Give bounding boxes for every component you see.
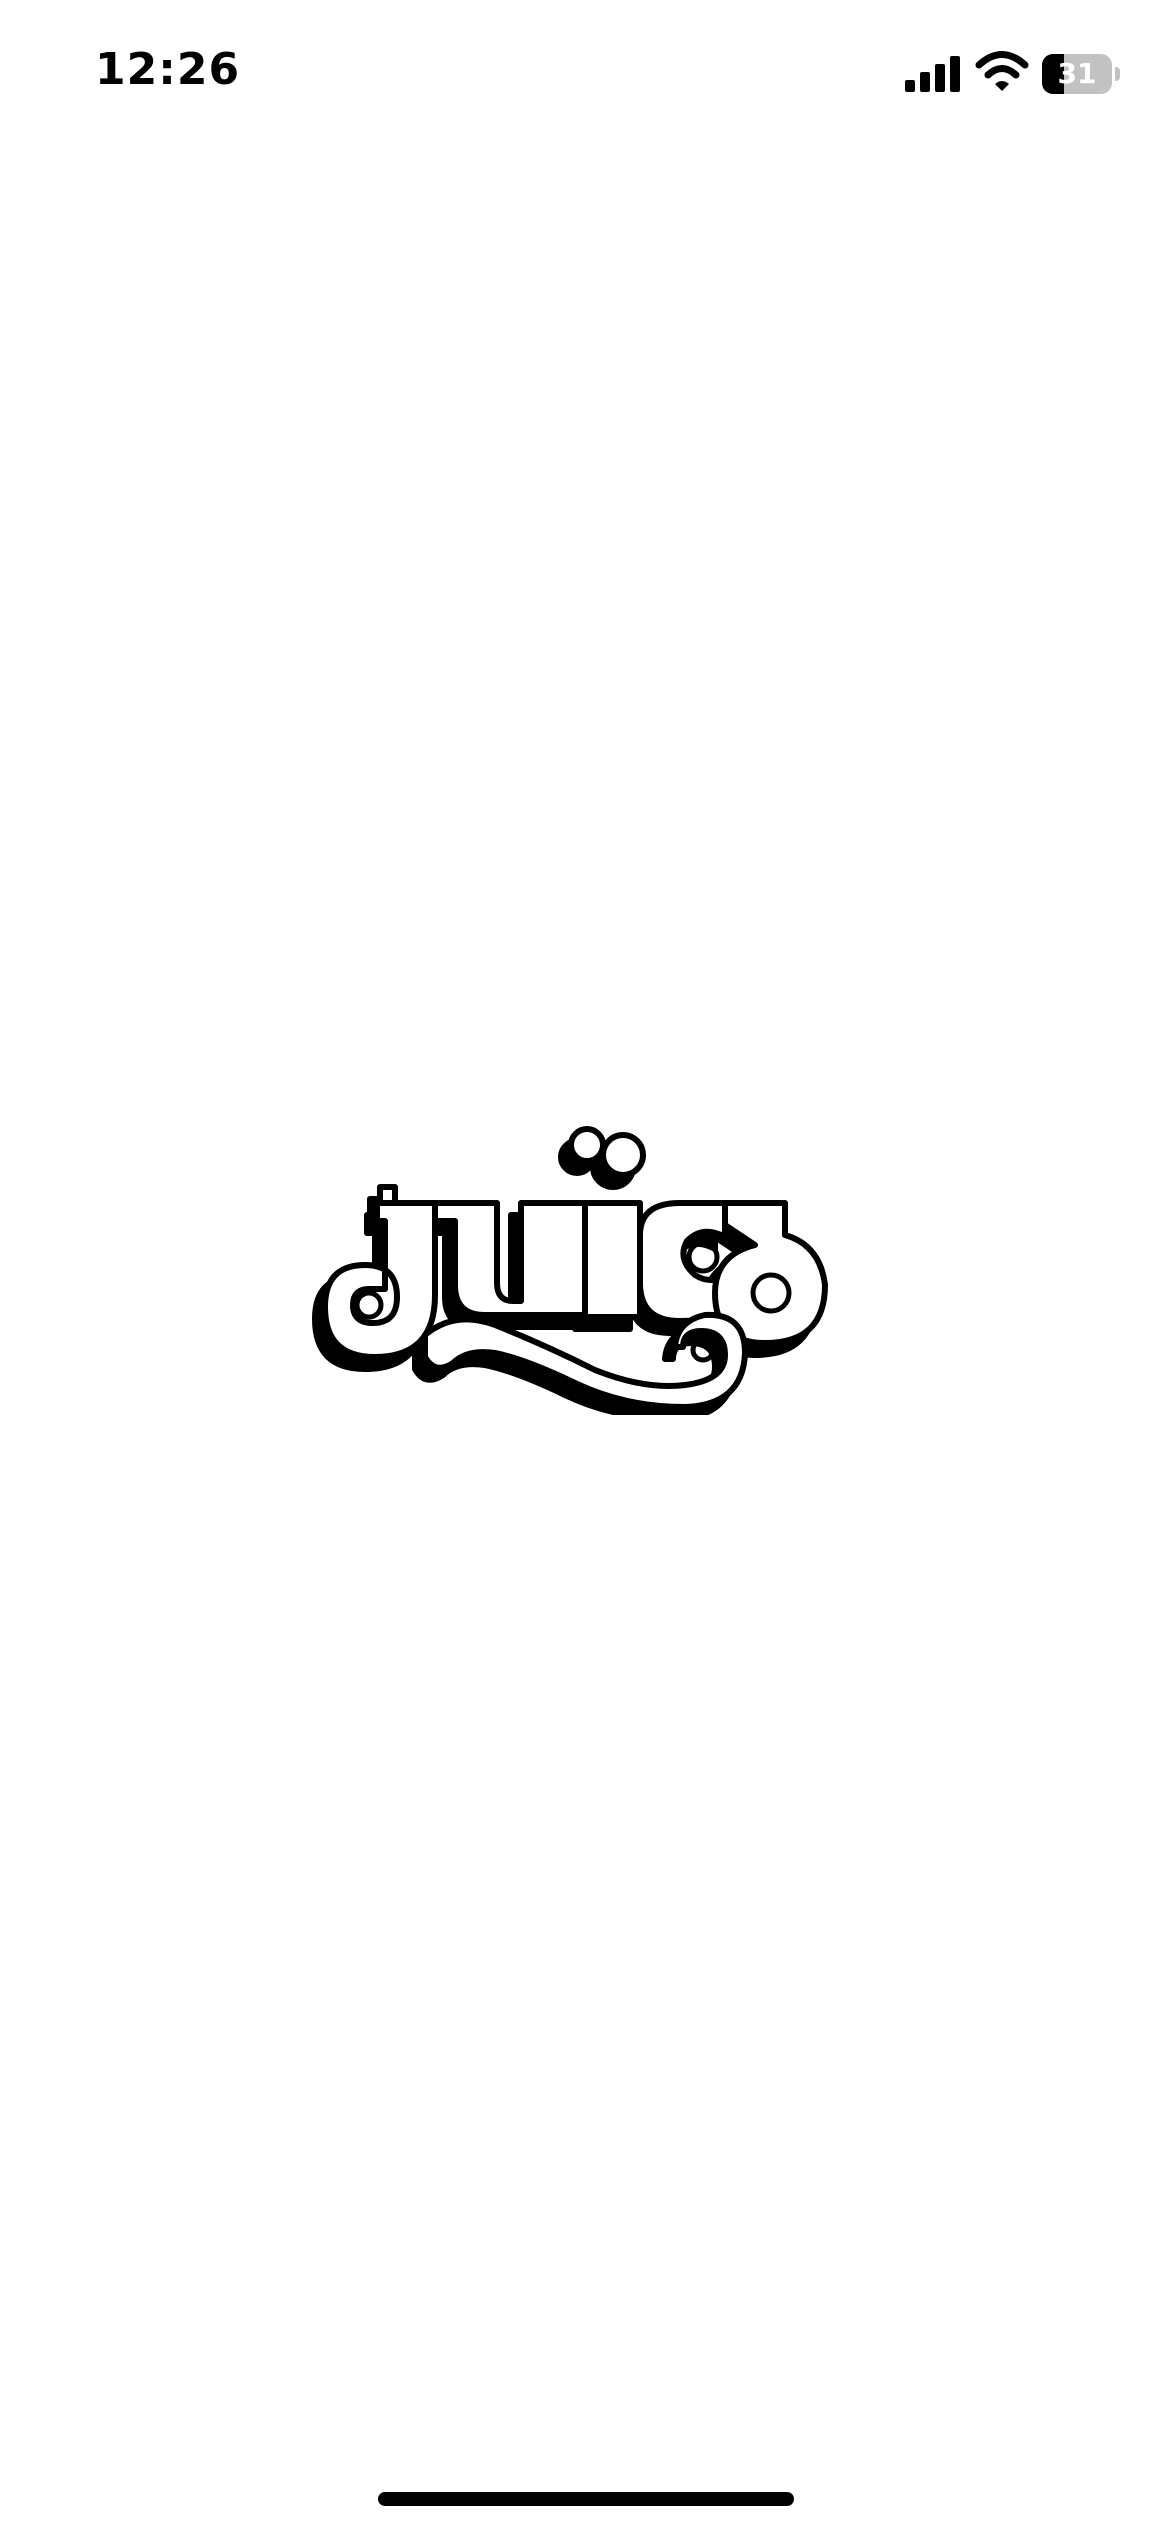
status-bar: 12:26 31 (0, 0, 1170, 140)
logo-glyph (600, 1132, 646, 1178)
battery-level-label: 31 (1057, 57, 1097, 90)
splash-screen: 12:26 31 (0, 0, 1170, 2532)
status-time: 12:26 (95, 44, 241, 95)
logo-glyph (377, 1184, 398, 1206)
battery-icon: 31 (1042, 54, 1120, 94)
logo-glyph (637, 1200, 728, 1324)
juice-logo (312, 1126, 828, 1415)
logo-glyph (568, 1126, 606, 1164)
wifi-icon (975, 51, 1029, 91)
home-indicator[interactable] (378, 2492, 794, 2506)
logo-glyph (582, 1200, 643, 1320)
signal-icon (905, 56, 960, 92)
